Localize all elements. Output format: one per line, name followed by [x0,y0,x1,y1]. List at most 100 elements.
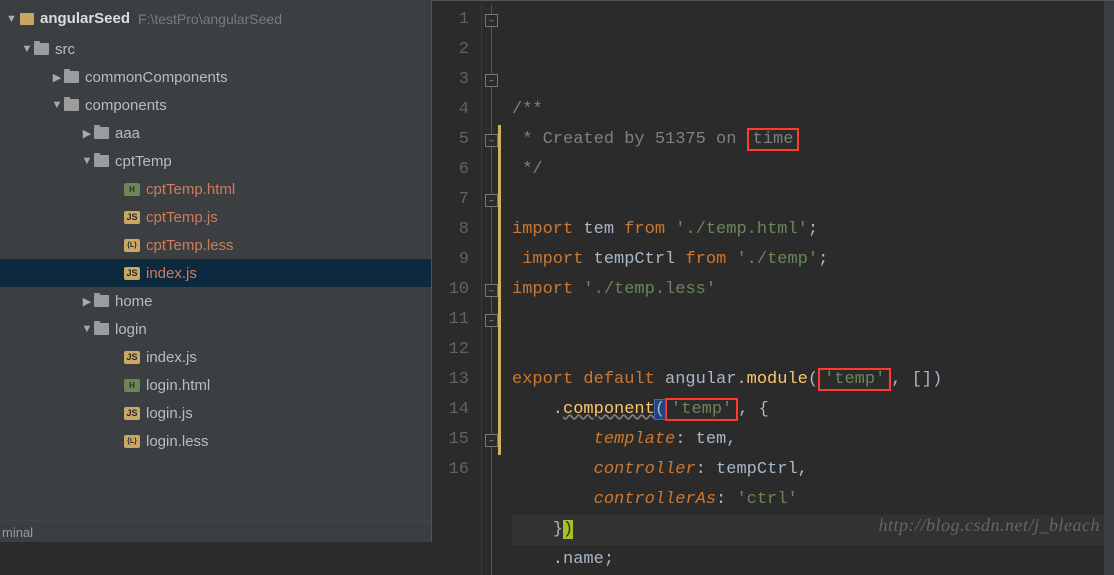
code-line[interactable]: import './temp.less' [512,275,1114,305]
fold-handle-icon[interactable]: – [485,284,498,297]
code-text[interactable]: /** * Created by 51375 on time */ import … [502,5,1114,575]
chevron-down-icon[interactable]: ▼ [6,13,20,25]
chevron-right-icon[interactable]: ▶ [80,127,94,140]
chevron-down-icon[interactable]: ▼ [50,99,64,111]
line-number: 12 [432,335,469,365]
chevron-right-icon[interactable]: ▶ [50,71,64,84]
tree-item-label: cptTemp.js [146,209,218,226]
watermark: http://blog.csdn.net/j_bleach [879,515,1100,536]
line-number: 6 [432,155,469,185]
code-line[interactable]: controllerAs: 'ctrl' [512,485,1114,515]
tree-folder-home[interactable]: ▶ home [0,287,431,315]
html-icon: H [124,379,140,392]
project-path: F:\testPro\angularSeed [138,11,282,27]
tree-item-label: login.less [146,433,209,450]
line-number: 16 [432,455,469,485]
line-number: 4 [432,95,469,125]
tree-item-label: src [55,41,75,58]
js-icon: JS [124,211,140,224]
line-number: 8 [432,215,469,245]
chevron-right-icon[interactable]: ▶ [80,295,94,308]
tree-item-label: index.js [146,265,197,282]
line-number: 5 [432,125,469,155]
code-line[interactable]: import tempCtrl from './temp'; [512,245,1114,275]
code-line[interactable]: .component('temp', { [512,395,1114,425]
chevron-down-icon[interactable]: ▼ [80,323,94,335]
dir-icon [94,127,109,139]
js-icon: JS [124,351,140,364]
tree-file-login.html[interactable]: ▶Hlogin.html [0,371,431,399]
dir-icon [94,323,109,335]
line-number: 2 [432,35,469,65]
tree-file-cptTemp.less[interactable]: ▶{L}cptTemp.less [0,231,431,259]
tree-folder-cptTemp[interactable]: ▼ cptTemp [0,147,431,175]
tree-item-label: index.js [146,349,197,366]
tree-file-login.js[interactable]: ▶JSlogin.js [0,399,431,427]
chevron-down-icon[interactable]: ▼ [80,155,94,167]
tree-file-login.less[interactable]: ▶{L}login.less [0,427,431,455]
line-number: 15 [432,425,469,455]
code-line[interactable] [512,335,1114,365]
fold-handle-icon[interactable]: – [485,74,498,87]
js-icon: JS [124,267,140,280]
tree-item-label: home [115,293,153,310]
editor-pane: 12345678910111213141516 ––––––– /** * Cr… [432,0,1114,542]
dir-icon [34,43,49,55]
code-line[interactable]: controller: tempCtrl, [512,455,1114,485]
tree-folder-components[interactable]: ▼ components [0,91,431,119]
tree-folder-commonComponents[interactable]: ▶ commonComponents [0,63,431,91]
chevron-down-icon[interactable]: ▼ [20,43,34,55]
project-root-row[interactable]: ▼ angularSeed F:\testPro\angularSeed [0,4,431,33]
line-number: 3 [432,65,469,95]
tree-item-label: commonComponents [85,69,228,86]
code-line[interactable] [512,305,1114,335]
code-area[interactable]: 12345678910111213141516 ––––––– /** * Cr… [432,1,1114,575]
tree-file-index.js[interactable]: ▶JSindex.js [0,343,431,371]
js-icon: JS [124,407,140,420]
code-line[interactable]: import tem from './temp.html'; [512,215,1114,245]
line-number: 7 [432,185,469,215]
code-line[interactable]: export default angular.module('temp', []… [512,365,1114,395]
tree-item-label: cptTemp.less [146,237,234,254]
dir-icon [94,295,109,307]
tree-item-label: components [85,97,167,114]
line-number: 13 [432,365,469,395]
fold-handle-icon[interactable]: – [485,314,498,327]
line-number: 10 [432,275,469,305]
code-line[interactable] [512,185,1114,215]
fold-handle-icon[interactable]: – [485,194,498,207]
project-name: angularSeed [40,10,130,27]
tree-folder-aaa[interactable]: ▶ aaa [0,119,431,147]
less-icon: {L} [124,239,140,252]
fold-handle-icon[interactable]: – [485,434,498,447]
tree-item-label: cptTemp [115,153,172,170]
fold-handle-icon[interactable]: – [485,14,498,27]
project-sidebar: ▼ angularSeed F:\testPro\angularSeed ▼ sr… [0,0,432,542]
dir-icon [64,99,79,111]
terminal-tab[interactable]: minal [0,520,431,542]
line-number: 1 [432,5,469,35]
code-line[interactable]: /** [512,95,1114,125]
scrollbar[interactable] [1104,1,1114,575]
project-tree[interactable]: ▼ src ▶ commonComponents ▼ components ▶ aaa ▼ cpt… [0,33,431,520]
folder-icon [20,13,34,25]
tree-item-label: login.js [146,405,193,422]
tree-folder-src[interactable]: ▼ src [0,35,431,63]
line-number: 14 [432,395,469,425]
tree-file-cptTemp.js[interactable]: ▶JScptTemp.js [0,203,431,231]
code-line[interactable]: .name; [512,545,1114,575]
code-line[interactable]: * Created by 51375 on time [512,125,1114,155]
fold-handle-icon[interactable]: – [485,134,498,147]
code-line[interactable]: */ [512,155,1114,185]
tree-file-cptTemp.html[interactable]: ▶HcptTemp.html [0,175,431,203]
tree-item-label: cptTemp.html [146,181,235,198]
tree-item-label: login.html [146,377,210,394]
tree-item-label: aaa [115,125,140,142]
code-line[interactable]: template: tem, [512,425,1114,455]
tree-file-index.js[interactable]: ▶JSindex.js [0,259,431,287]
line-gutter: 12345678910111213141516 [432,5,482,575]
html-icon: H [124,183,140,196]
tree-folder-login[interactable]: ▼ login [0,315,431,343]
less-icon: {L} [124,435,140,448]
tree-item-label: login [115,321,147,338]
